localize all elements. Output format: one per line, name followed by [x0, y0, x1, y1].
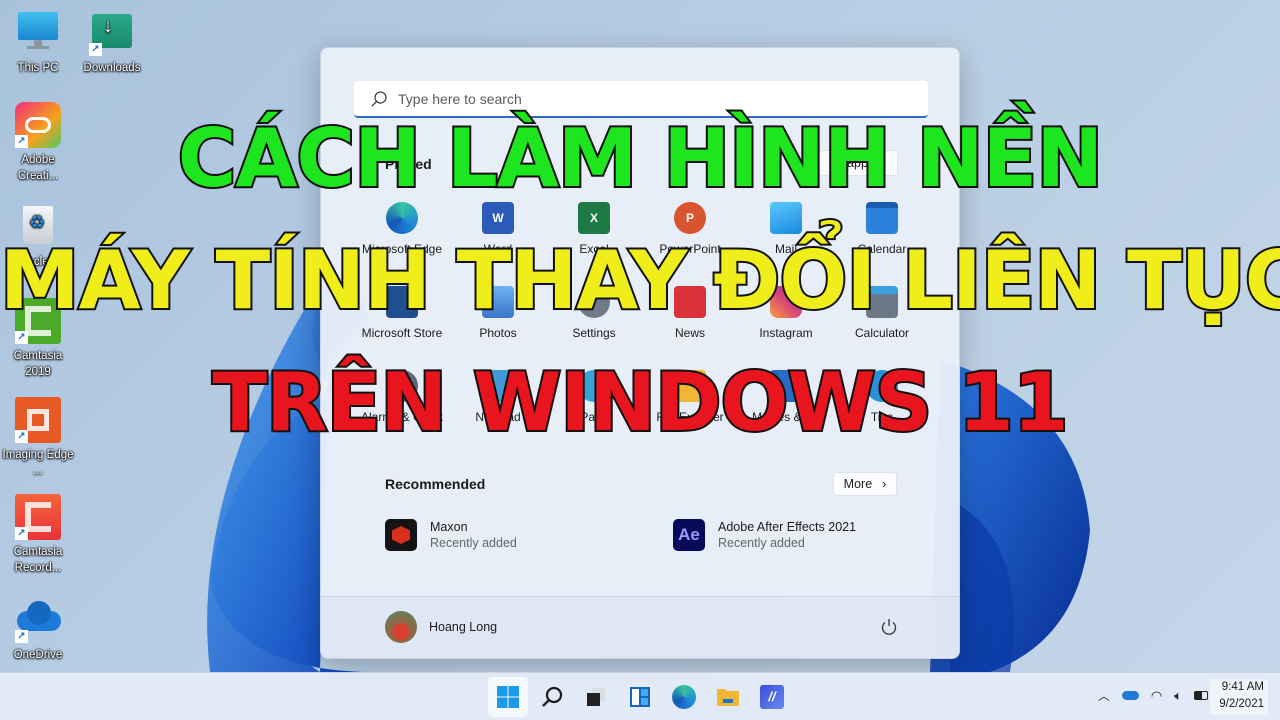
more-label: More [843, 477, 873, 491]
recommended-item-name: Maxon [430, 520, 468, 534]
app-label: Photos [479, 326, 517, 340]
desktop-icon-camtasia-recorder[interactable]: ↗ Camtasia Record... [1, 494, 75, 576]
clock[interactable]: 9:41 AM 9/2/2021 [1210, 679, 1268, 715]
chevron-right-icon: › [882, 477, 887, 491]
taskbar: // ︿ ◠ 🔈︎ 9:41 AM 9/2/2021 [0, 672, 1280, 720]
power-icon[interactable] [879, 617, 899, 637]
desktop-icon-downloads[interactable]: ↓ ↗ Downloads [75, 10, 149, 76]
word-icon: W [482, 202, 514, 234]
wifi-icon[interactable]: ◠ [1151, 688, 1162, 704]
ae-badge: Ae [678, 525, 700, 544]
app-label: Settings [572, 326, 616, 340]
more-button[interactable]: More › [833, 472, 897, 496]
taskbar-search-button[interactable] [532, 677, 572, 717]
recommended-item-name: Adobe After Effects 2021 [718, 520, 857, 534]
desktop-icon-onedrive[interactable]: ↗ OneDrive [1, 597, 75, 663]
avatar [385, 611, 417, 643]
camtasia-recorder-icon: ↗ [15, 494, 61, 540]
widgets-button[interactable] [620, 677, 660, 717]
shortcut-arrow-icon: ↗ [15, 527, 28, 540]
recommended-item-after-effects[interactable]: Ae Adobe After Effects 2021 Recently add… [673, 519, 856, 551]
desktop-icon-label: OneDrive [13, 649, 63, 661]
desktop-icon-this-pc[interactable]: This PC [1, 10, 75, 76]
app-icon: // [760, 685, 784, 709]
desktop-icon-label: Downloads [83, 62, 141, 74]
folder-icon [717, 689, 739, 706]
shortcut-arrow-icon: ↗ [15, 331, 28, 344]
onedrive-icon: ↗ [15, 597, 61, 643]
recommended-item-subtitle: Recently added [718, 536, 805, 550]
clock-date: 9/2/2021 [1219, 698, 1264, 710]
battery-icon[interactable] [1194, 691, 1208, 700]
user-name: Hoang Long [429, 620, 498, 634]
app-label: Calculator [854, 326, 910, 340]
app-label: News [674, 326, 705, 340]
calendar-icon [866, 202, 898, 234]
computer-icon [15, 10, 61, 56]
search-placeholder: Type here to search [398, 90, 522, 107]
taskbar-edge-button[interactable] [664, 677, 704, 717]
widgets-icon [630, 687, 650, 707]
overlay-title-line-2: MÁY TÍNH THAY ĐỔI LIÊN TỤC [0, 232, 1280, 329]
windows-logo-icon [497, 686, 519, 708]
desktop-icon-label: Imaging Edge ... [2, 449, 74, 477]
taskbar-app-button[interactable]: // [752, 677, 792, 717]
overlay-title-line-1: CÁCH LÀM HÌNH NỀN [176, 110, 1106, 207]
edge-icon [386, 202, 418, 234]
app-label: Instagram [759, 326, 813, 340]
start-menu-footer: Hoang Long [321, 596, 959, 658]
onedrive-icon[interactable] [1121, 691, 1139, 700]
task-view-icon [587, 688, 605, 706]
recommended-item-maxon[interactable]: Maxon Recently added [385, 519, 517, 551]
app-label: Microsoft Store [361, 326, 443, 340]
after-effects-icon: Ae [673, 519, 705, 551]
edge-icon [672, 685, 696, 709]
desktop-icon-label: This PC [17, 62, 59, 74]
recommended-item-subtitle: Recently added [430, 536, 517, 550]
maxon-icon [385, 519, 417, 551]
powerpoint-icon: P [674, 202, 706, 234]
volume-icon[interactable]: 🔈︎ [1174, 688, 1182, 704]
search-icon [542, 686, 563, 707]
recommended-heading: Recommended [385, 476, 486, 492]
system-tray: ︿ ◠ 🔈︎ [1098, 687, 1208, 704]
chevron-up-icon[interactable]: ︿ [1098, 687, 1110, 704]
desktop-icon-label: Camtasia Record... [13, 546, 63, 574]
task-view-button[interactable] [576, 677, 616, 717]
user-account-button[interactable]: Hoang Long [385, 611, 497, 643]
overlay-title-line-3: TRÊN WINDOWS 11 [210, 354, 1070, 451]
downloads-folder-icon: ↓ ↗ [89, 10, 135, 56]
taskbar-apps: // [488, 677, 792, 717]
search-icon [371, 90, 387, 106]
shortcut-arrow-icon: ↗ [89, 43, 102, 56]
start-button[interactable] [488, 677, 528, 717]
mail-icon [770, 202, 802, 234]
shortcut-arrow-icon: ↗ [15, 630, 28, 643]
taskbar-file-explorer-button[interactable] [708, 677, 748, 717]
excel-icon: X [578, 202, 610, 234]
clock-time: 9:41 AM [1221, 681, 1264, 693]
